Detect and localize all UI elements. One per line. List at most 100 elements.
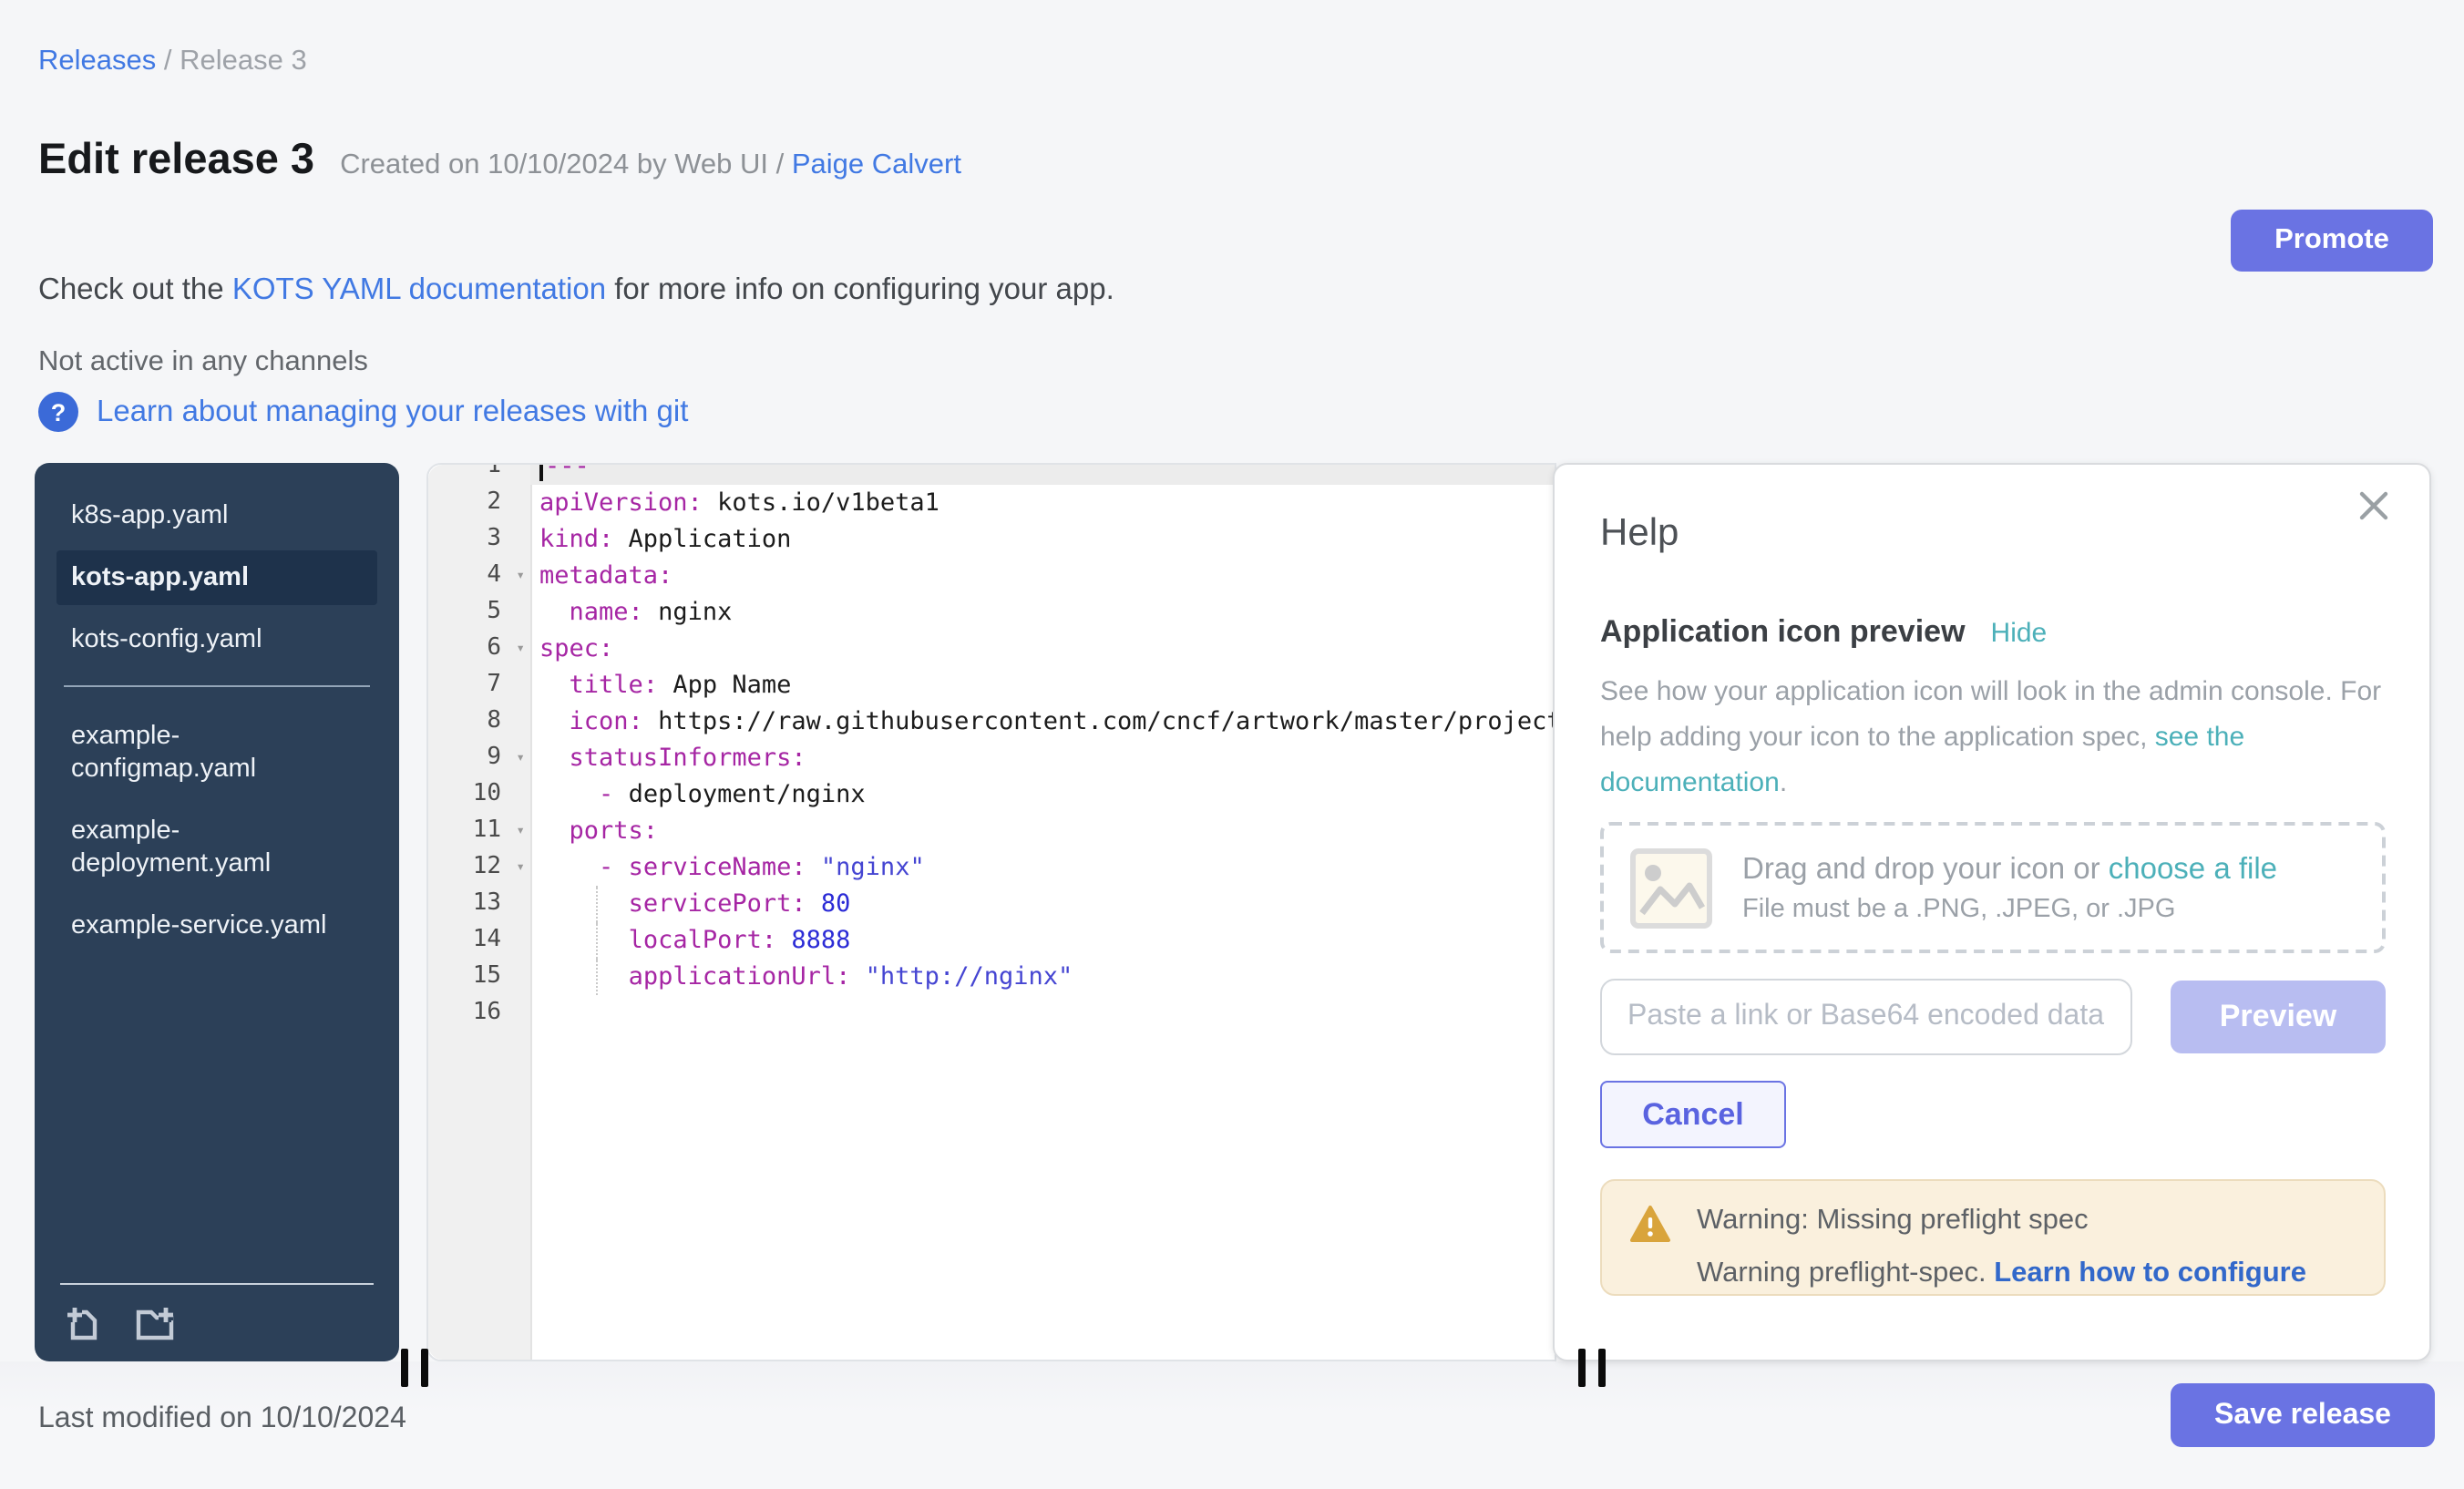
line-content: localPort: 8888 xyxy=(530,922,1555,959)
line-number: 11▾ xyxy=(428,813,530,849)
close-icon[interactable] xyxy=(2358,490,2389,521)
line-content: --- xyxy=(530,463,1555,485)
preflight-warning-box: Warning: Missing preflight spec Warning … xyxy=(1600,1179,2386,1296)
editor-line-5[interactable]: 5 name: nginx xyxy=(428,594,1555,631)
line-content: icon: https://raw.githubusercontent.com/… xyxy=(530,703,1556,740)
warning-triangle-icon xyxy=(1629,1205,1671,1243)
editor-line-8[interactable]: 8 icon: https://raw.githubusercontent.co… xyxy=(428,703,1555,740)
editor-line-4[interactable]: 4▾metadata: xyxy=(428,558,1555,594)
fold-caret-icon[interactable]: ▾ xyxy=(516,813,525,849)
line-number: 14 xyxy=(428,922,530,959)
sidebar-footer xyxy=(56,1283,377,1343)
editor-line-13[interactable]: 13 servicePort: 80 xyxy=(428,886,1555,922)
breadcrumb-separator: / xyxy=(156,46,180,77)
editor-line-1[interactable]: 1--- xyxy=(428,463,1555,485)
line-content: ports: xyxy=(530,813,1555,849)
add-file-icon[interactable] xyxy=(64,1303,104,1343)
add-folder-icon[interactable] xyxy=(133,1303,177,1343)
line-content: - deployment/nginx xyxy=(530,776,1555,813)
file-item-example-deployment-yaml[interactable]: example-deployment.yaml xyxy=(56,804,377,891)
fold-caret-icon[interactable]: ▾ xyxy=(516,631,525,667)
editor-line-11[interactable]: 11▾ ports: xyxy=(428,813,1555,849)
icon-drop-zone[interactable]: Drag and drop your icon or choose a file… xyxy=(1600,822,2386,953)
line-content: title: App Name xyxy=(530,667,1555,703)
line-number: 4▾ xyxy=(428,558,530,594)
editor-lines: 1---2apiVersion: kots.io/v1beta13kind: A… xyxy=(428,463,1555,1032)
save-release-button[interactable]: Save release xyxy=(2171,1383,2435,1447)
warning-title: Warning: Missing preflight spec xyxy=(1697,1205,2089,1237)
editor-line-7[interactable]: 7 title: App Name xyxy=(428,667,1555,703)
file-group-divider xyxy=(64,685,370,687)
line-content: kind: Application xyxy=(530,521,1555,558)
line-content: statusInformers: xyxy=(530,740,1555,776)
docs-line-prefix: Check out the xyxy=(38,273,232,306)
file-item-k8s-app-yaml[interactable]: k8s-app.yaml xyxy=(56,488,377,543)
file-list: k8s-app.yaml kots-app.yaml kots-config.yam… xyxy=(56,488,377,953)
hide-link[interactable]: Hide xyxy=(1991,618,2048,649)
line-content: applicationUrl: "http://nginx" xyxy=(530,959,1555,995)
line-number: 8 xyxy=(428,703,530,740)
editor-line-3[interactable]: 3kind: Application xyxy=(428,521,1555,558)
file-item-kots-app-yaml[interactable]: kots-app.yaml xyxy=(56,550,377,605)
yaml-editor[interactable]: 1---2apiVersion: kots.io/v1beta13kind: A… xyxy=(426,463,1556,1361)
promote-button[interactable]: Promote xyxy=(2231,210,2433,272)
desc-prefix: See how your application icon will look … xyxy=(1600,676,2381,753)
cancel-button[interactable]: Cancel xyxy=(1600,1081,1786,1148)
line-number: 9▾ xyxy=(428,740,530,776)
learn-how-to-configure-link[interactable]: Learn how to configure xyxy=(1994,1258,2306,1289)
file-item-kots-config-yaml[interactable]: kots-config.yaml xyxy=(56,612,377,667)
last-modified-text: Last modified on 10/10/2024 xyxy=(38,1403,406,1436)
line-content: name: nginx xyxy=(530,594,1555,631)
editor-line-2[interactable]: 2apiVersion: kots.io/v1beta1 xyxy=(428,485,1555,521)
preview-button[interactable]: Preview xyxy=(2171,981,2386,1053)
editor-line-14[interactable]: 14 localPort: 8888 xyxy=(428,922,1555,959)
file-type-hint: File must be a .PNG, .JPEG, or .JPG xyxy=(1742,894,2277,923)
editor-line-9[interactable]: 9▾ statusInformers: xyxy=(428,740,1555,776)
line-number: 16 xyxy=(428,995,530,1032)
file-sidebar: k8s-app.yaml kots-app.yaml kots-config.yam… xyxy=(35,463,399,1361)
icon-preview-description: See how your application icon will look … xyxy=(1600,669,2387,806)
text-cursor xyxy=(539,463,543,481)
line-number: 12▾ xyxy=(428,849,530,886)
sidebar-resize-handle[interactable] xyxy=(401,1349,428,1387)
editor-line-15[interactable]: 15 applicationUrl: "http://nginx" xyxy=(428,959,1555,995)
editor-line-16[interactable]: 16 xyxy=(428,995,1555,1032)
fold-caret-icon[interactable]: ▾ xyxy=(516,849,525,886)
release-editor-page: Releases / Release 3 Edit release 3 Crea… xyxy=(0,0,2464,1489)
created-prefix: Created on 10/10/2024 by Web UI / xyxy=(340,149,792,180)
page-title: Edit release 3 xyxy=(38,135,314,184)
fold-caret-icon[interactable]: ▾ xyxy=(516,558,525,594)
line-number: 5 xyxy=(428,594,530,631)
fold-caret-icon[interactable]: ▾ xyxy=(516,740,525,776)
line-number: 6▾ xyxy=(428,631,530,667)
icon-preview-title: Application icon preview xyxy=(1600,614,1966,651)
git-releases-link[interactable]: Learn about managing your releases with … xyxy=(97,395,688,429)
line-number: 1 xyxy=(428,463,530,485)
kots-yaml-docs-link[interactable]: KOTS YAML documentation xyxy=(232,273,606,306)
docs-line-suffix: for more info on configuring your app. xyxy=(606,273,1114,306)
line-number: 3 xyxy=(428,521,530,558)
editor-line-6[interactable]: 6▾spec: xyxy=(428,631,1555,667)
line-number: 10 xyxy=(428,776,530,813)
created-by-link[interactable]: Paige Calvert xyxy=(792,149,961,180)
line-number: 7 xyxy=(428,667,530,703)
warning-detail: Warning preflight-spec. Learn how to con… xyxy=(1697,1258,2306,1290)
choose-file-link[interactable]: choose a file xyxy=(2109,852,2277,885)
editor-line-10[interactable]: 10 - deployment/nginx xyxy=(428,776,1555,813)
help-resize-handle[interactable] xyxy=(1578,1349,1606,1387)
created-info: Created on 10/10/2024 by Web UI / Paige … xyxy=(340,149,961,182)
file-item-example-service-yaml[interactable]: example-service.yaml xyxy=(56,899,377,953)
icon-url-input[interactable] xyxy=(1600,979,2132,1055)
line-content: - serviceName: "nginx" xyxy=(530,849,1555,886)
help-panel: Help Application icon preview Hide See h… xyxy=(1553,463,2431,1361)
editor-line-12[interactable]: 12▾ - serviceName: "nginx" xyxy=(428,849,1555,886)
sidebar-footer-divider xyxy=(60,1283,374,1285)
line-number: 2 xyxy=(428,485,530,521)
file-item-example-configmap-yaml[interactable]: example-configmap.yaml xyxy=(56,709,377,796)
channel-status: Not active in any channels xyxy=(38,346,368,379)
image-placeholder-icon xyxy=(1629,847,1713,929)
line-content: metadata: xyxy=(530,558,1555,594)
breadcrumb-releases-link[interactable]: Releases xyxy=(38,46,156,77)
desc-suffix: . xyxy=(1780,767,1787,798)
line-number: 15 xyxy=(428,959,530,995)
